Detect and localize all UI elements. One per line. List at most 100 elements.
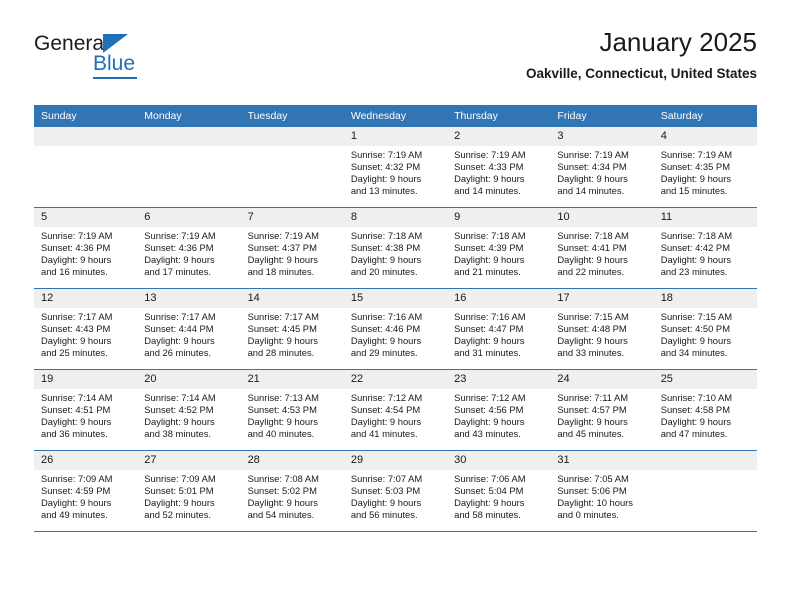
sunrise-text: Sunrise: 7:16 AM xyxy=(454,311,526,322)
daylight-text-line2: and 29 minutes. xyxy=(350,347,418,359)
daylight-text-line2: and 26 minutes. xyxy=(144,347,211,359)
daylight-text-line1: Daylight: 9 hours xyxy=(350,416,422,428)
calendar-day-cell[interactable]: 7 Sunrise: 7:19 AM Sunset: 4:37 PM Daylight… xyxy=(240,207,344,289)
calendar-day-cell[interactable]: 4 Sunrise: 7:19 AM Sunset: 4:35 PM Daylight… xyxy=(653,127,757,208)
daylight-text-line1: Daylight: 9 hours xyxy=(247,416,318,428)
calendar-day-cell[interactable]: 22 Sunrise: 7:12 AM Sunset: 4:54 PM Dayligh… xyxy=(343,369,448,451)
day-number: 27 xyxy=(137,451,241,470)
day-sun-info: Sunrise: 7:18 AM Sunset: 4:39 PM Daylight:… xyxy=(447,227,550,278)
sunrise-text: Sunrise: 7:19 AM xyxy=(350,149,423,160)
daylight-text-line1: Daylight: 9 hours xyxy=(557,416,628,428)
calendar-day-cell-empty xyxy=(34,127,138,208)
calendar-day-cell[interactable]: 21 Sunrise: 7:13 AM Sunset: 4:53 PM Dayligh… xyxy=(240,369,344,451)
daylight-text-line1: Daylight: 9 hours xyxy=(41,335,112,347)
daylight-text-line2: and 54 minutes. xyxy=(247,509,315,521)
calendar-week-row: 12 Sunrise: 7:17 AM Sunset: 4:43 PM Dayligh… xyxy=(34,288,757,370)
day-sun-info: Sunrise: 7:13 AM Sunset: 4:53 PM Daylight:… xyxy=(241,389,344,440)
calendar-day-cell[interactable]: 31 Sunrise: 7:05 AM Sunset: 5:06 PM Dayligh… xyxy=(550,450,654,532)
day-number: 16 xyxy=(447,289,551,308)
calendar-day-cell[interactable]: 28 Sunrise: 7:08 AM Sunset: 5:02 PM Dayligh… xyxy=(240,450,344,532)
sunset-text: Sunset: 4:53 PM xyxy=(247,404,317,416)
calendar-day-cell[interactable]: 25 Sunrise: 7:10 AM Sunset: 4:58 PM Dayligh… xyxy=(653,369,757,451)
daylight-text-line1: Daylight: 9 hours xyxy=(41,416,112,428)
day-sun-info: Sunrise: 7:15 AM Sunset: 4:48 PM Daylight:… xyxy=(550,308,653,359)
day-sun-info: Sunrise: 7:14 AM Sunset: 4:51 PM Daylight:… xyxy=(34,389,137,440)
daylight-text-line1: Daylight: 9 hours xyxy=(144,335,215,347)
calendar-day-cell[interactable]: 5 Sunrise: 7:19 AM Sunset: 4:36 PM Daylight… xyxy=(34,207,138,289)
sunrise-text: Sunrise: 7:19 AM xyxy=(41,230,113,241)
daylight-text-line2: and 52 minutes. xyxy=(144,509,211,521)
sunset-text: Sunset: 4:47 PM xyxy=(454,323,524,335)
page-header: General Blue January 2025 Oakville, Conn… xyxy=(34,26,757,98)
day-sun-info: Sunrise: 7:09 AM Sunset: 4:59 PM Daylight:… xyxy=(34,470,137,521)
day-number: 3 xyxy=(550,127,654,146)
calendar-page: General Blue January 2025 Oakville, Conn… xyxy=(0,0,792,612)
daylight-text-line2: and 38 minutes. xyxy=(144,428,211,440)
sunrise-text: Sunrise: 7:12 AM xyxy=(454,392,526,403)
calendar-day-cell[interactable]: 9 Sunrise: 7:18 AM Sunset: 4:39 PM Daylight… xyxy=(447,207,551,289)
sunrise-text: Sunrise: 7:14 AM xyxy=(144,392,216,403)
calendar-day-cell[interactable]: 26 Sunrise: 7:09 AM Sunset: 4:59 PM Dayligh… xyxy=(34,450,138,532)
daylight-text-line1: Daylight: 9 hours xyxy=(454,416,525,428)
calendar-week-row: 5 Sunrise: 7:19 AM Sunset: 4:36 PM Daylight… xyxy=(34,207,757,289)
day-sun-info: Sunrise: 7:08 AM Sunset: 5:02 PM Daylight:… xyxy=(241,470,344,521)
day-number: 13 xyxy=(137,289,241,308)
page-title: January 2025 xyxy=(599,27,757,57)
sunset-text: Sunset: 4:41 PM xyxy=(557,242,627,254)
calendar-day-cell[interactable]: 2 Sunrise: 7:19 AM Sunset: 4:33 PM Daylight… xyxy=(447,127,551,208)
calendar-day-cell[interactable]: 19 Sunrise: 7:14 AM Sunset: 4:51 PM Dayligh… xyxy=(34,369,138,451)
day-sun-info: Sunrise: 7:07 AM Sunset: 5:03 PM Daylight:… xyxy=(344,470,447,521)
daylight-text-line2: and 22 minutes. xyxy=(557,266,625,278)
calendar-day-cell[interactable]: 17 Sunrise: 7:15 AM Sunset: 4:48 PM Dayligh… xyxy=(550,288,654,370)
daylight-text-line2: and 0 minutes. xyxy=(557,509,619,521)
sunrise-text: Sunrise: 7:19 AM xyxy=(144,230,216,241)
day-number: 14 xyxy=(240,289,344,308)
calendar-day-cell[interactable]: 20 Sunrise: 7:14 AM Sunset: 4:52 PM Dayligh… xyxy=(137,369,241,451)
calendar-day-cell[interactable]: 29 Sunrise: 7:07 AM Sunset: 5:03 PM Dayligh… xyxy=(343,450,448,532)
calendar-day-cell[interactable]: 23 Sunrise: 7:12 AM Sunset: 4:56 PM Dayligh… xyxy=(447,369,551,451)
sunset-text: Sunset: 4:45 PM xyxy=(247,323,317,335)
day-sun-info: Sunrise: 7:12 AM Sunset: 4:54 PM Daylight:… xyxy=(344,389,447,440)
calendar-day-cell[interactable]: 11 Sunrise: 7:18 AM Sunset: 4:42 PM Dayligh… xyxy=(653,207,757,289)
calendar-day-cell[interactable]: 30 Sunrise: 7:06 AM Sunset: 5:04 PM Dayligh… xyxy=(447,450,551,532)
calendar-day-cell[interactable]: 24 Sunrise: 7:11 AM Sunset: 4:57 PM Dayligh… xyxy=(550,369,654,451)
calendar-day-cell[interactable]: 18 Sunrise: 7:15 AM Sunset: 4:50 PM Dayligh… xyxy=(653,288,757,370)
daylight-text-line1: Daylight: 9 hours xyxy=(557,335,628,347)
day-number: 12 xyxy=(34,289,138,308)
calendar-day-cell[interactable]: 10 Sunrise: 7:18 AM Sunset: 4:41 PM Dayligh… xyxy=(550,207,654,289)
daylight-text-line1: Daylight: 9 hours xyxy=(350,173,422,185)
weekday-header-friday: Friday xyxy=(550,105,654,127)
calendar-day-cell[interactable]: 6 Sunrise: 7:19 AM Sunset: 4:36 PM Daylight… xyxy=(137,207,241,289)
daylight-text-line1: Daylight: 9 hours xyxy=(557,254,628,266)
calendar-day-cell[interactable]: 13 Sunrise: 7:17 AM Sunset: 4:44 PM Dayligh… xyxy=(137,288,241,370)
day-sun-info: Sunrise: 7:18 AM Sunset: 4:41 PM Daylight:… xyxy=(550,227,653,278)
day-number: 21 xyxy=(240,370,344,389)
day-number: 23 xyxy=(447,370,551,389)
calendar-day-cell[interactable]: 3 Sunrise: 7:19 AM Sunset: 4:34 PM Daylight… xyxy=(550,127,654,208)
logo-underline xyxy=(93,77,137,79)
calendar-day-cell[interactable]: 27 Sunrise: 7:09 AM Sunset: 5:01 PM Dayligh… xyxy=(137,450,241,532)
day-sun-info: Sunrise: 7:19 AM Sunset: 4:36 PM Daylight:… xyxy=(137,227,240,278)
calendar-day-cell-empty xyxy=(137,127,241,208)
day-number: 20 xyxy=(137,370,241,389)
weekday-header-monday: Monday xyxy=(137,105,241,127)
daylight-text-line1: Daylight: 9 hours xyxy=(247,254,318,266)
daylight-text-line1: Daylight: 9 hours xyxy=(350,254,422,266)
calendar-day-cell[interactable]: 16 Sunrise: 7:16 AM Sunset: 4:47 PM Dayligh… xyxy=(447,288,551,370)
calendar-day-cell[interactable]: 15 Sunrise: 7:16 AM Sunset: 4:46 PM Dayligh… xyxy=(343,288,448,370)
daylight-text-line1: Daylight: 9 hours xyxy=(350,335,422,347)
daylight-text-line2: and 21 minutes. xyxy=(454,266,521,278)
sunset-text: Sunset: 4:57 PM xyxy=(557,404,627,416)
calendar-day-cell[interactable]: 12 Sunrise: 7:17 AM Sunset: 4:43 PM Dayligh… xyxy=(34,288,138,370)
calendar-day-cell[interactable]: 8 Sunrise: 7:18 AM Sunset: 4:38 PM Daylight… xyxy=(343,207,448,289)
daylight-text-line2: and 20 minutes. xyxy=(350,266,418,278)
calendar-day-cell[interactable]: 14 Sunrise: 7:17 AM Sunset: 4:45 PM Dayligh… xyxy=(240,288,344,370)
calendar-header-row: Sunday Monday Tuesday Wednesday Thursday Frid… xyxy=(34,105,757,127)
weekday-header-wednesday: Wednesday xyxy=(343,105,448,127)
sunrise-text: Sunrise: 7:16 AM xyxy=(350,311,423,322)
day-number: 7 xyxy=(240,208,344,227)
daylight-text-line2: and 25 minutes. xyxy=(41,347,108,359)
calendar-day-cell[interactable]: 1 Sunrise: 7:19 AM Sunset: 4:32 PM Daylight… xyxy=(343,127,448,208)
sunrise-text: Sunrise: 7:19 AM xyxy=(660,149,733,160)
day-number: 17 xyxy=(550,289,654,308)
